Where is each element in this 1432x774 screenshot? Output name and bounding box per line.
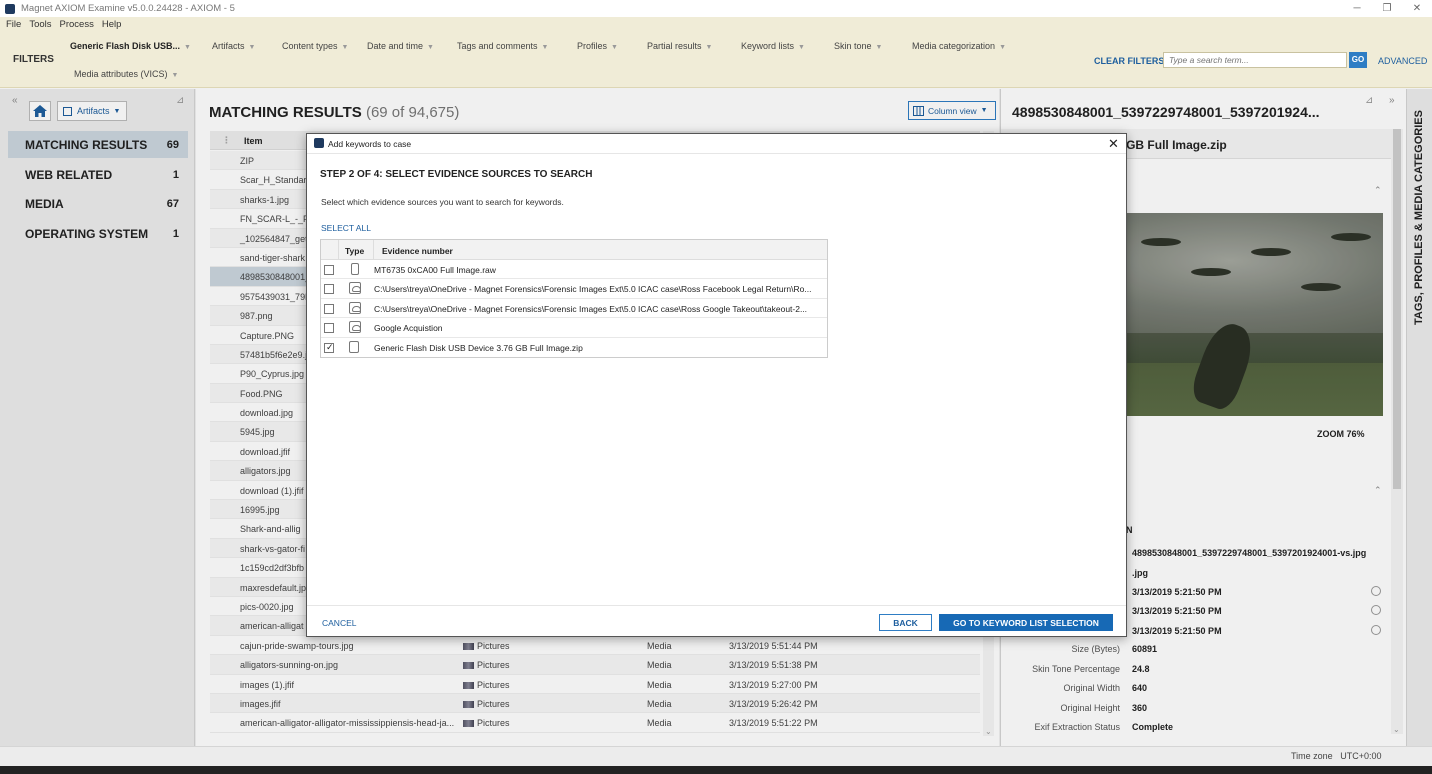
filter-evidence-source[interactable]: Generic Flash Disk USB... ▼ — [70, 41, 191, 51]
evidence-table: Type Evidence number MT6735 0xCA00 Full … — [320, 239, 828, 358]
filter-date-time[interactable]: Date and time ▼ — [367, 41, 434, 51]
cloud-icon — [349, 321, 361, 334]
dialog-title: Add keywords to case — [328, 139, 412, 149]
window-controls: ─ ❐ ✕ — [1342, 0, 1432, 17]
evidence-number: Google Acquistion — [374, 323, 443, 334]
chevron-down-icon: ▼ — [875, 44, 883, 51]
timezone: Time zone UTC+0:00 — [1291, 751, 1381, 761]
evidence-table-body: MT6735 0xCA00 Full Image.raw C:\Users\tre… — [321, 260, 827, 357]
app-icon — [5, 3, 15, 14]
clear-filters-link[interactable]: CLEAR FILTERS — [1094, 56, 1164, 66]
evidence-table-header: Type Evidence number — [321, 240, 827, 260]
filter-bar: FILTERS Generic Flash Disk USB... ▼ Artif… — [0, 32, 1432, 88]
evidence-checkbox[interactable] — [324, 284, 334, 295]
menu-help[interactable]: Help — [102, 19, 122, 30]
advanced-link[interactable]: ADVANCED — [1378, 56, 1427, 66]
window-titlebar: Magnet AXIOM Examine v5.0.0.24428 - AXIO… — [0, 0, 1432, 17]
evidence-checkbox[interactable] — [324, 342, 334, 353]
drive-icon — [349, 340, 359, 353]
evidence-row[interactable]: C:\Users\treya\OneDrive - Magnet Forensi… — [321, 279, 827, 299]
evidence-row[interactable]: MT6735 0xCA00 Full Image.raw — [321, 260, 827, 280]
filter-media-categorization[interactable]: Media categorization ▼ — [912, 41, 1006, 51]
select-all-link[interactable]: SELECT ALL — [321, 223, 371, 233]
filter-artifacts-label: Artifacts — [212, 41, 245, 51]
timezone-value: UTC+0:00 — [1340, 751, 1382, 761]
menu-file[interactable]: File — [6, 19, 21, 30]
chevron-down-icon: ▼ — [184, 44, 191, 51]
filter-partial-results-label: Partial results — [647, 41, 702, 51]
dialog-footer: CANCEL BACK GO TO KEYWORD LIST SELECTION — [307, 605, 1126, 637]
close-icon[interactable]: ✕ — [1108, 136, 1119, 152]
go-button[interactable]: GO — [1349, 52, 1367, 68]
chevron-down-icon: ▼ — [611, 44, 618, 51]
evidence-row[interactable]: Generic Flash Disk USB Device 3.76 GB Fu… — [321, 338, 827, 357]
filter-partial-results[interactable]: Partial results ▼ — [647, 41, 712, 51]
filter-content-types[interactable]: Content types ▼ — [282, 41, 348, 51]
evidence-row[interactable]: Google Acquistion — [321, 318, 827, 338]
column-header-type[interactable]: Type — [345, 246, 364, 256]
filter-keyword-lists[interactable]: Keyword lists ▼ — [741, 41, 805, 51]
filter-evidence-source-label: Generic Flash Disk USB... — [70, 41, 181, 51]
app-icon — [314, 138, 324, 148]
evidence-checkbox[interactable] — [324, 323, 334, 334]
dialog-titlebar: Add keywords to case ✕ — [307, 134, 1126, 154]
menu-bar: File Tools Process Help — [0, 17, 1432, 32]
evidence-number: Generic Flash Disk USB Device 3.76 GB Fu… — [374, 342, 583, 353]
menu-tools[interactable]: Tools — [29, 19, 51, 30]
chevron-down-icon: ▼ — [171, 72, 179, 79]
chevron-down-icon: ▼ — [541, 44, 549, 51]
cancel-button[interactable]: CANCEL — [322, 618, 356, 628]
filter-content-types-label: Content types — [282, 41, 338, 51]
filter-date-time-label: Date and time — [367, 41, 424, 51]
add-keywords-dialog: Add keywords to case ✕ STEP 2 OF 4: SELE… — [306, 133, 1127, 637]
evidence-row[interactable]: C:\Users\treya\OneDrive - Magnet Forensi… — [321, 299, 827, 319]
phone-icon — [351, 263, 359, 275]
filter-media-attributes-label: Media attributes (VICS) — [74, 69, 168, 79]
evidence-number: C:\Users\treya\OneDrive - Magnet Forensi… — [374, 303, 808, 314]
filter-tags-comments-label: Tags and comments — [457, 41, 538, 51]
column-divider — [373, 240, 374, 260]
step-heading: STEP 2 OF 4: SELECT EVIDENCE SOURCES TO … — [320, 169, 593, 180]
filter-media-attributes[interactable]: Media attributes (VICS) ▼ — [74, 69, 178, 79]
filter-skin-tone-label: Skin tone — [834, 41, 872, 51]
go-to-keyword-list-button[interactable]: GO TO KEYWORD LIST SELECTION — [939, 614, 1113, 631]
column-divider — [338, 240, 339, 260]
filters-label: FILTERS — [13, 54, 54, 65]
menu-process[interactable]: Process — [60, 19, 94, 30]
minimize-button[interactable]: ─ — [1342, 0, 1372, 17]
cloud-icon — [349, 301, 361, 314]
filter-skin-tone[interactable]: Skin tone ▼ — [834, 41, 882, 51]
filter-media-categorization-label: Media categorization — [912, 41, 996, 51]
step-description: Select which evidence sources you want t… — [321, 197, 564, 207]
evidence-checkbox[interactable] — [324, 265, 334, 275]
taskbar-strip — [0, 766, 1432, 774]
restore-button[interactable]: ❐ — [1372, 0, 1402, 17]
search-input[interactable] — [1163, 52, 1347, 68]
evidence-number: C:\Users\treya\OneDrive - Magnet Forensi… — [374, 284, 812, 295]
evidence-number: MT6735 0xCA00 Full Image.raw — [374, 265, 496, 275]
status-bar: Time zone UTC+0:00 — [0, 746, 1432, 766]
close-window-button[interactable]: ✕ — [1402, 0, 1432, 17]
cloud-icon — [349, 282, 361, 295]
filter-tags-comments[interactable]: Tags and comments ▼ — [457, 41, 548, 51]
chevron-down-icon: ▼ — [798, 44, 805, 51]
window-title: Magnet AXIOM Examine v5.0.0.24428 - AXIO… — [21, 3, 235, 14]
chevron-down-icon: ▼ — [341, 44, 349, 51]
chevron-down-icon: ▼ — [705, 44, 713, 51]
chevron-down-icon: ▼ — [427, 44, 434, 51]
chevron-down-icon: ▼ — [248, 44, 256, 51]
column-header-evidence[interactable]: Evidence number — [382, 246, 453, 256]
back-button[interactable]: BACK — [879, 614, 932, 631]
filter-keyword-lists-label: Keyword lists — [741, 41, 795, 51]
filter-artifacts[interactable]: Artifacts ▼ — [212, 41, 255, 51]
chevron-down-icon: ▼ — [999, 44, 1006, 51]
filter-profiles-label: Profiles — [577, 41, 608, 51]
filter-profiles[interactable]: Profiles ▼ — [577, 41, 618, 51]
timezone-label: Time zone — [1291, 751, 1333, 761]
evidence-checkbox[interactable] — [324, 303, 334, 314]
